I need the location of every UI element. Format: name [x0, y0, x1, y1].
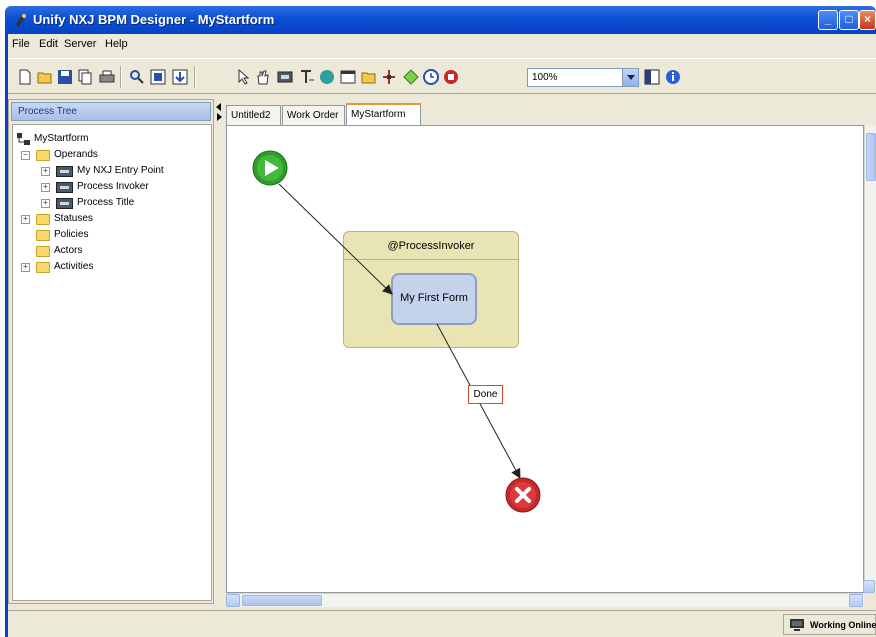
window-title: Unify NXJ BPM Designer - MyStartform	[33, 12, 275, 27]
expand-icon[interactable]: +	[21, 215, 30, 224]
menu-edit[interactable]: Edit	[39, 38, 58, 50]
tree-item[interactable]: − Operands	[13, 148, 208, 163]
expand-icon[interactable]: +	[41, 199, 50, 208]
tree-item[interactable]: + Process Invoker	[13, 180, 208, 195]
zoom-value: 100%	[532, 72, 558, 83]
diagram-canvas[interactable]: @ProcessInvoker My First Form Done	[226, 125, 864, 593]
tree-item-label: Process Invoker	[77, 181, 149, 192]
expand-right-icon[interactable]	[217, 113, 222, 121]
collapse-left-icon[interactable]	[216, 103, 221, 111]
tab-mystartform[interactable]: MyStartform	[346, 103, 421, 126]
transition-label[interactable]: Done	[468, 385, 503, 404]
scroll-left-button[interactable]	[226, 594, 240, 607]
tree-root[interactable]: MyStartform	[17, 132, 197, 147]
folder-icon[interactable]	[360, 68, 378, 86]
status-bar: Working Online	[8, 610, 876, 637]
maximize-button[interactable]: □	[839, 10, 859, 30]
scroll-right-button[interactable]	[849, 594, 863, 607]
connection-status-text: Working Online	[810, 620, 876, 630]
tree-item[interactable]: + Activities	[13, 260, 208, 275]
toolbar-separator	[194, 66, 196, 88]
tree-item[interactable]: Policies	[13, 228, 208, 243]
end-node-icon[interactable]	[505, 477, 541, 513]
save-icon[interactable]	[56, 68, 74, 86]
tree-item[interactable]: + Statuses	[13, 212, 208, 227]
minimize-button[interactable]: _	[818, 10, 838, 30]
menu-help[interactable]: Help	[105, 38, 128, 50]
tree-root-label: MyStartform	[34, 133, 89, 144]
folder-icon	[36, 230, 50, 241]
form-icon[interactable]	[276, 68, 294, 86]
diagram-connectors	[252, 150, 541, 513]
process-tree[interactable]: MyStartform − Operands + My NXJ Entry Point…	[12, 124, 212, 601]
tree-item[interactable]: Actors	[13, 244, 208, 259]
split-icon[interactable]	[380, 68, 398, 86]
new-file-icon[interactable]	[16, 68, 34, 86]
menu-server[interactable]: Server	[64, 38, 96, 50]
hand-icon[interactable]	[254, 68, 272, 86]
field-icon	[56, 166, 73, 177]
tree-item-label: Actors	[54, 245, 83, 256]
toolbar-separator	[120, 66, 122, 88]
print-icon[interactable]	[98, 68, 116, 86]
tab-work-order[interactable]: Work Order	[282, 105, 345, 125]
copy-icon[interactable]	[76, 68, 94, 86]
panel-header: Process Tree	[11, 102, 211, 121]
tree-item-label: Activities	[54, 261, 94, 272]
expand-icon[interactable]: +	[21, 263, 30, 272]
find-icon[interactable]	[128, 68, 146, 86]
horizontal-scroll-thumb[interactable]	[242, 595, 322, 606]
field-icon	[56, 198, 73, 209]
menu-file[interactable]: File	[12, 38, 30, 50]
collapse-icon[interactable]: −	[21, 151, 30, 160]
tab-untitled2[interactable]: Untitled2	[226, 105, 281, 125]
stop-icon[interactable]	[442, 68, 460, 86]
export-icon[interactable]	[171, 68, 189, 86]
panel-title: Process Tree	[18, 106, 77, 117]
pointer-icon[interactable]	[234, 68, 252, 86]
start-node-icon[interactable]	[252, 150, 288, 186]
expand-icon[interactable]: +	[41, 183, 50, 192]
expand-icon[interactable]: +	[41, 167, 50, 176]
folder-icon	[36, 262, 50, 273]
window-icon[interactable]	[339, 68, 357, 86]
transition-start-to-form[interactable]	[278, 183, 393, 295]
timer-icon[interactable]	[422, 68, 440, 86]
toolbar: 100%	[8, 58, 876, 94]
open-folder-icon[interactable]	[36, 68, 54, 86]
menu-bar: File Edit Server Help	[8, 34, 876, 54]
app-icon	[16, 14, 26, 27]
import-icon[interactable]	[149, 68, 167, 86]
decision-icon[interactable]	[402, 68, 420, 86]
panel-icon[interactable]	[643, 68, 661, 86]
monitor-icon	[790, 619, 804, 631]
process-tree-panel: Process Tree MyStartform − Operands + My NX…	[8, 99, 214, 604]
tree-item-label: Statuses	[54, 213, 93, 224]
vertical-scrollbar[interactable]	[863, 125, 876, 593]
folder-icon	[36, 246, 50, 257]
tree-item-label: Policies	[54, 229, 89, 240]
tree-item-label: Operands	[54, 149, 98, 160]
field-icon	[56, 182, 73, 193]
text-icon[interactable]	[298, 68, 316, 86]
folder-icon	[36, 150, 50, 161]
tree-root-icon	[17, 133, 30, 145]
info-icon[interactable]	[664, 68, 682, 86]
start-state-icon[interactable]	[318, 68, 336, 86]
tree-item-label: Process Title	[77, 197, 135, 208]
tree-item[interactable]: + My NXJ Entry Point	[13, 164, 208, 179]
title-bar[interactable]: Unify NXJ BPM Designer - MyStartform _ □…	[5, 6, 876, 34]
tree-item[interactable]: + Process Title	[13, 196, 208, 211]
vertical-scroll-thumb[interactable]	[866, 133, 876, 181]
folder-icon	[36, 214, 50, 225]
horizontal-scrollbar[interactable]	[226, 593, 864, 607]
close-window-button[interactable]: ×	[859, 10, 876, 30]
scroll-down-button[interactable]	[863, 580, 875, 593]
chevron-down-icon[interactable]	[622, 69, 638, 86]
connection-status: Working Online	[783, 614, 876, 635]
tree-item-label: My NXJ Entry Point	[77, 165, 164, 176]
panel-splitter[interactable]	[215, 99, 223, 604]
zoom-select[interactable]: 100%	[527, 68, 639, 87]
